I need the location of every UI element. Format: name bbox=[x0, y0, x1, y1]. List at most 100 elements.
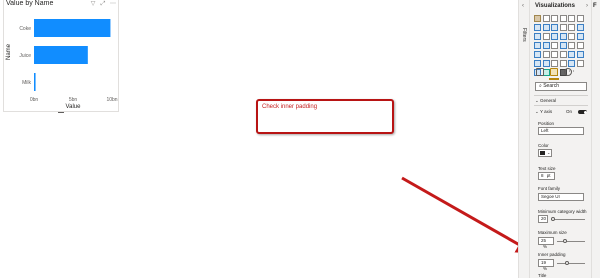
maximum-size-label: Maximum size bbox=[538, 230, 567, 235]
search-placeholder: Search bbox=[543, 83, 560, 89]
focus-mode-icon[interactable]: ⤢ bbox=[100, 1, 106, 7]
inner-padding-label: Inner padding bbox=[538, 252, 566, 257]
stacked-column-chart-icon[interactable] bbox=[542, 15, 550, 22]
multi-row-card-icon[interactable] bbox=[576, 42, 584, 49]
text-size-label: Text size bbox=[538, 166, 556, 171]
key-influencers-icon[interactable] bbox=[534, 60, 541, 67]
annotation-text: Check inner padding bbox=[262, 104, 318, 110]
x-tick-label: 10bn bbox=[106, 97, 117, 103]
position-dropdown[interactable]: Left bbox=[538, 127, 584, 135]
visual-header: ▽ ⤢ ⋯ bbox=[90, 1, 116, 7]
color-swatch bbox=[540, 151, 545, 155]
fields-pane[interactable]: F bbox=[592, 0, 600, 278]
line-column-icon[interactable] bbox=[559, 24, 567, 31]
category-label: Milk bbox=[22, 80, 31, 86]
clustered-column-chart-icon[interactable] bbox=[559, 15, 567, 22]
scatter-icon[interactable] bbox=[551, 33, 558, 40]
filter-icon[interactable]: ▽ bbox=[90, 1, 96, 7]
chevron-down-icon: ⌄ bbox=[535, 109, 539, 114]
report-canvas[interactable]: Coke Juice Milk 0bn 5bn 10bn Value Name Valu… bbox=[0, 0, 535, 278]
x-tick-label: 5bn bbox=[69, 97, 78, 103]
kpi-icon[interactable] bbox=[534, 51, 541, 58]
visual-type-grid: ⋯ bbox=[534, 15, 584, 76]
python-visual-icon[interactable] bbox=[576, 51, 584, 58]
r-visual-icon[interactable] bbox=[568, 51, 575, 58]
gauge-icon[interactable] bbox=[559, 42, 567, 49]
qna-icon[interactable] bbox=[551, 60, 558, 67]
paginated-report-icon[interactable] bbox=[568, 60, 575, 67]
chevron-down-icon: ⌄ bbox=[547, 150, 551, 155]
inner-padding-slider[interactable] bbox=[557, 263, 585, 264]
y-axis-section[interactable]: ⌄ Y axis bbox=[535, 109, 552, 115]
search-icon: ⌕ bbox=[539, 83, 542, 89]
chevron-left-icon[interactable]: ‹ bbox=[522, 3, 524, 9]
min-category-width-label: Minimum category width bbox=[538, 209, 587, 214]
bar-chart: Coke Juice Milk 0bn 5bn 10bn Value Name bbox=[6, 19, 118, 110]
shape-map-icon[interactable] bbox=[551, 42, 558, 49]
annotation-box: Check inner padding bbox=[256, 99, 394, 134]
general-tab[interactable]: ⌄ General bbox=[535, 98, 556, 104]
text-size-input[interactable]: 8 pt bbox=[538, 172, 555, 180]
line-stacked-column-icon[interactable] bbox=[568, 24, 575, 31]
stacked-bar-chart-icon[interactable] bbox=[534, 15, 541, 22]
stacked-area-icon[interactable] bbox=[551, 24, 558, 31]
maximum-size-slider[interactable] bbox=[557, 241, 585, 242]
chevron-down-icon: ⌄ bbox=[535, 98, 539, 103]
min-category-width-input[interactable]: 20 bbox=[538, 215, 548, 223]
y-axis-toggle[interactable] bbox=[578, 110, 587, 114]
category-label: Juice bbox=[19, 53, 31, 59]
maximum-size-input[interactable]: 25 % bbox=[538, 237, 554, 249]
title-section-label[interactable]: Title bbox=[538, 273, 546, 278]
decomposition-tree-icon[interactable] bbox=[542, 60, 550, 67]
format-tab-icon[interactable] bbox=[550, 68, 558, 76]
divider bbox=[534, 95, 588, 96]
more-options-icon[interactable]: ⋯ bbox=[110, 1, 116, 7]
visualizations-pane: Visualizations › ⋯ ⌕ Search ⌄ General ⌄ … bbox=[530, 0, 592, 278]
100-stacked-bar-icon[interactable] bbox=[568, 15, 575, 22]
color-picker[interactable]: ⌄ bbox=[538, 149, 552, 157]
ribbon-chart-icon[interactable] bbox=[576, 24, 584, 31]
area-chart-icon[interactable] bbox=[542, 24, 550, 31]
search-input[interactable]: ⌕ Search bbox=[535, 82, 587, 91]
font-family-label: Font family bbox=[538, 186, 561, 191]
100-stacked-column-icon[interactable] bbox=[576, 15, 584, 22]
font-family-dropdown[interactable]: Segoe UI bbox=[538, 193, 584, 201]
inner-padding-knob[interactable] bbox=[565, 261, 569, 265]
bar-milk[interactable] bbox=[34, 73, 36, 91]
clustered-bar-chart-icon[interactable] bbox=[551, 15, 558, 22]
smart-narrative-icon[interactable] bbox=[559, 60, 567, 67]
min-category-width-slider[interactable] bbox=[551, 219, 585, 220]
y-axis-title: Name bbox=[6, 43, 12, 60]
treemap-icon[interactable] bbox=[576, 33, 584, 40]
chevron-right-icon[interactable]: › bbox=[586, 3, 588, 9]
donut-icon[interactable] bbox=[568, 33, 575, 40]
card-icon[interactable] bbox=[568, 42, 575, 49]
waterfall-icon[interactable] bbox=[534, 33, 541, 40]
map-icon[interactable] bbox=[534, 42, 541, 49]
active-tab-indicator bbox=[549, 78, 559, 80]
filters-label: Filters bbox=[521, 28, 527, 42]
resize-handle[interactable] bbox=[58, 110, 64, 113]
funnel-icon[interactable] bbox=[542, 33, 550, 40]
filled-map-icon[interactable] bbox=[542, 42, 550, 49]
divider bbox=[534, 105, 588, 106]
slicer-icon[interactable] bbox=[542, 51, 550, 58]
analytics-tab-icon[interactable] bbox=[564, 68, 572, 76]
min-category-width-knob[interactable] bbox=[551, 217, 555, 221]
line-chart-icon[interactable] bbox=[534, 24, 541, 31]
maximum-size-knob[interactable] bbox=[563, 239, 567, 243]
visualizations-title: Visualizations bbox=[535, 3, 575, 9]
bar-juice[interactable] bbox=[34, 46, 88, 64]
power-apps-icon[interactable] bbox=[576, 60, 584, 67]
table-icon[interactable] bbox=[551, 51, 558, 58]
filters-pane-collapsed[interactable]: ‹ Filters bbox=[518, 0, 530, 278]
color-label: Color bbox=[538, 143, 549, 148]
pane-tabs bbox=[536, 68, 572, 76]
bar-coke[interactable] bbox=[34, 19, 111, 37]
x-tick-label: 0bn bbox=[30, 97, 39, 103]
inner-padding-input[interactable]: 19 % bbox=[538, 259, 554, 271]
fields-tab-icon[interactable] bbox=[536, 68, 544, 76]
matrix-icon[interactable] bbox=[559, 51, 567, 58]
pie-icon[interactable] bbox=[559, 33, 567, 40]
bar-chart-visual[interactable]: Coke Juice Milk 0bn 5bn 10bn Value Name Valu… bbox=[3, 0, 119, 113]
